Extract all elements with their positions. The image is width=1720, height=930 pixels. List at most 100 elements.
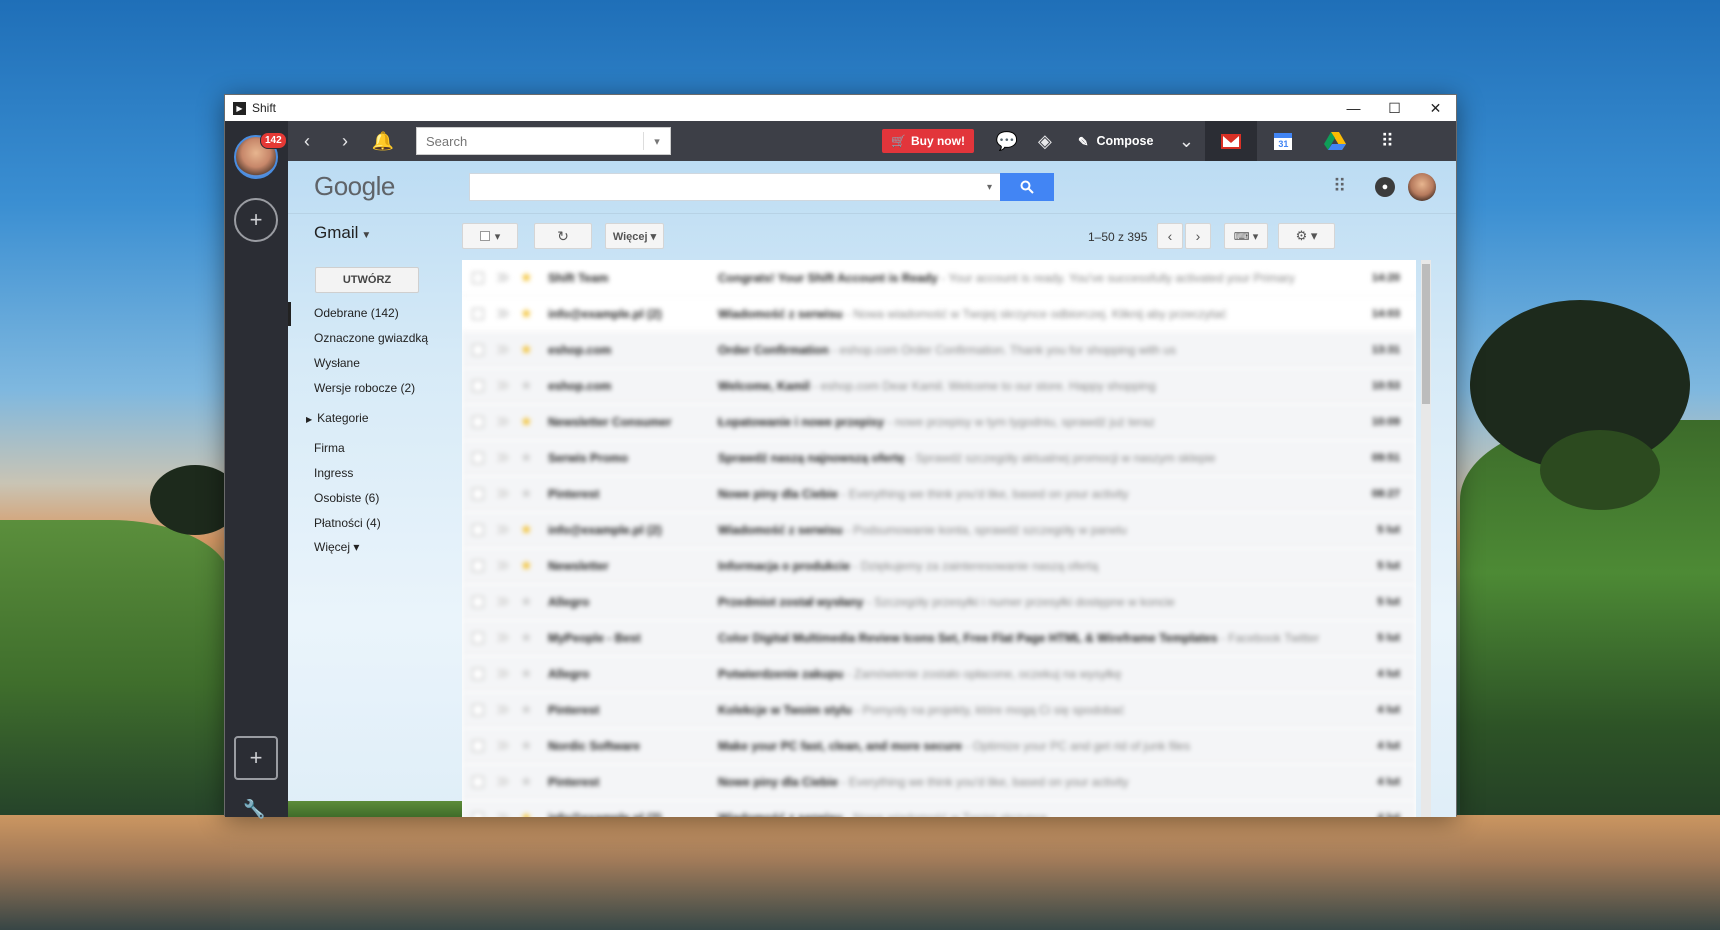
importance-marker-icon[interactable] [496, 597, 510, 606]
importance-marker-icon[interactable] [496, 417, 510, 426]
layers-icon[interactable]: ◈ [1026, 121, 1064, 161]
star-icon[interactable]: ★ [520, 485, 534, 502]
more-actions-button[interactable]: Więcej ▾ [605, 223, 664, 249]
wrench-icon[interactable]: 🔧 [243, 799, 265, 820]
nav-label-osobiste[interactable]: Osobiste (6) [314, 491, 379, 505]
row-checkbox[interactable] [472, 739, 484, 752]
star-icon[interactable]: ★ [520, 377, 534, 394]
importance-marker-icon[interactable] [496, 273, 510, 282]
gmail-search-button[interactable] [1000, 173, 1054, 201]
scrollbar-thumb[interactable] [1422, 264, 1430, 404]
search-options-icon[interactable]: ▾ [987, 182, 992, 193]
settings-button[interactable]: ⚙ ▾ [1278, 223, 1335, 249]
back-button[interactable]: ‹ [288, 121, 326, 161]
table-row[interactable]: ★ Serwis Promo Sprawdź naszą najnowszą ofe… [462, 440, 1416, 476]
nav-inbox[interactable]: Odebrane (142) [314, 306, 399, 320]
row-checkbox[interactable] [472, 271, 484, 284]
row-checkbox[interactable] [472, 415, 484, 428]
input-tools-button[interactable]: ⌨ ▾ [1224, 223, 1268, 249]
scrollbar[interactable] [1421, 260, 1431, 817]
importance-marker-icon[interactable] [496, 525, 510, 534]
table-row[interactable]: ★ Pinterest Kolekcje w Twoim stylu - Pomys… [462, 692, 1416, 728]
forward-button[interactable]: › [326, 121, 364, 161]
nav-label-firma[interactable]: Firma [314, 441, 345, 455]
newer-button[interactable]: ‹ [1157, 223, 1183, 249]
row-checkbox[interactable] [472, 811, 484, 817]
star-icon[interactable]: ★ [520, 269, 534, 286]
table-row[interactable]: ★info@example.pl (2)Wiadomość z serwisu … [462, 800, 1416, 817]
calendar-app-tab[interactable]: 31 [1257, 121, 1309, 161]
importance-marker-icon[interactable] [496, 345, 510, 354]
star-icon[interactable]: ★ [520, 305, 534, 322]
nav-label-ingress[interactable]: Ingress [314, 466, 353, 480]
nav-label-platnosci[interactable]: Płatności (4) [314, 516, 381, 530]
google-apps-icon[interactable]: ⠿ [1333, 177, 1346, 195]
table-row[interactable]: ★ Nordic Software Make your PC fast, clean… [462, 728, 1416, 764]
row-checkbox[interactable] [472, 451, 484, 464]
close-button[interactable]: ✕ [1415, 95, 1456, 121]
drive-app-tab[interactable] [1309, 121, 1361, 161]
importance-marker-icon[interactable] [496, 777, 510, 786]
star-icon[interactable]: ★ [520, 809, 534, 817]
row-checkbox[interactable] [472, 775, 484, 788]
star-icon[interactable]: ★ [520, 521, 534, 538]
chat-bubble-icon[interactable]: 💬 [988, 121, 1026, 161]
importance-marker-icon[interactable] [496, 561, 510, 570]
row-checkbox[interactable] [472, 559, 484, 572]
nav-sent[interactable]: Wysłane [314, 356, 360, 370]
add-account-button[interactable]: + [234, 198, 278, 242]
star-icon[interactable]: ★ [520, 413, 534, 430]
row-checkbox[interactable] [472, 595, 484, 608]
star-icon[interactable]: ★ [520, 593, 534, 610]
star-icon[interactable]: ★ [520, 701, 534, 718]
table-row[interactable]: ★ Newsletter Informacja o produkcie - Dzię… [462, 548, 1416, 584]
importance-marker-icon[interactable] [496, 741, 510, 750]
row-checkbox[interactable] [472, 379, 484, 392]
star-icon[interactable]: ★ [520, 665, 534, 682]
row-checkbox[interactable] [472, 487, 484, 500]
compose-dropdown-icon[interactable]: ⌄ [1167, 121, 1205, 161]
nav-categories[interactable]: ▶ Kategorie [306, 411, 369, 425]
search-input[interactable] [417, 133, 643, 149]
table-row[interactable]: ★ MyPeople - Best Color Digital Multimedia… [462, 620, 1416, 656]
minimize-button[interactable]: — [1333, 95, 1374, 121]
toolbar-compose-button[interactable]: ✎ Compose [1064, 121, 1167, 161]
table-row[interactable]: ★info@example.pl (2)Wiadomość z serwisu … [462, 512, 1416, 548]
add-app-button[interactable]: + [234, 736, 278, 780]
gmail-menu[interactable]: Gmail ▼ [314, 223, 371, 243]
importance-marker-icon[interactable] [496, 453, 510, 462]
google-account-avatar[interactable] [1408, 173, 1436, 201]
importance-marker-icon[interactable] [496, 669, 510, 678]
importance-marker-icon[interactable] [496, 633, 510, 642]
star-icon[interactable]: ★ [520, 341, 534, 358]
table-row[interactable]: ★ Allegro Potwierdzenie zakupu - Zamówieni… [462, 656, 1416, 692]
table-row[interactable]: ★ eshop.com Order Confirmation - eshop.com… [462, 332, 1416, 368]
bell-icon[interactable]: 🔔 [364, 121, 402, 161]
gmail-search-input[interactable]: ▾ [469, 173, 1001, 201]
star-icon[interactable]: ★ [520, 773, 534, 790]
maximize-button[interactable]: ☐ [1374, 95, 1415, 121]
gmail-app-tab[interactable] [1205, 121, 1258, 161]
google-logo[interactable]: Google [314, 171, 395, 202]
buy-now-button[interactable]: 🛒 Buy now! [882, 129, 974, 153]
importance-marker-icon[interactable] [496, 489, 510, 498]
star-icon[interactable]: ★ [520, 629, 534, 646]
older-button[interactable]: › [1185, 223, 1211, 249]
search-dropdown-icon[interactable]: ▾ [644, 135, 670, 148]
star-icon[interactable]: ★ [520, 557, 534, 574]
compose-button[interactable]: UTWÓRZ [315, 267, 419, 293]
star-icon[interactable]: ★ [520, 449, 534, 466]
nav-starred[interactable]: Oznaczone gwiazdką [314, 331, 428, 345]
row-checkbox[interactable] [472, 523, 484, 536]
row-checkbox[interactable] [472, 631, 484, 644]
apps-grid-button[interactable]: ⠿ [1361, 121, 1413, 161]
table-row[interactable]: ★info@example.pl (2)Wiadomość z serwisu … [462, 296, 1416, 332]
table-row[interactable]: ★ Newsletter Consumer Łopatowanie i nowe p… [462, 404, 1416, 440]
importance-marker-icon[interactable] [496, 381, 510, 390]
importance-marker-icon[interactable] [496, 705, 510, 714]
table-row[interactable]: ★ Pinterest Nowe piny dla Ciebie - Everyth… [462, 764, 1416, 800]
nav-more[interactable]: Więcej ▾ [314, 540, 359, 554]
importance-marker-icon[interactable] [496, 309, 510, 318]
row-checkbox[interactable] [472, 703, 484, 716]
table-row[interactable]: ★ Shift Team Congrats! Your Shift Account … [462, 260, 1416, 296]
